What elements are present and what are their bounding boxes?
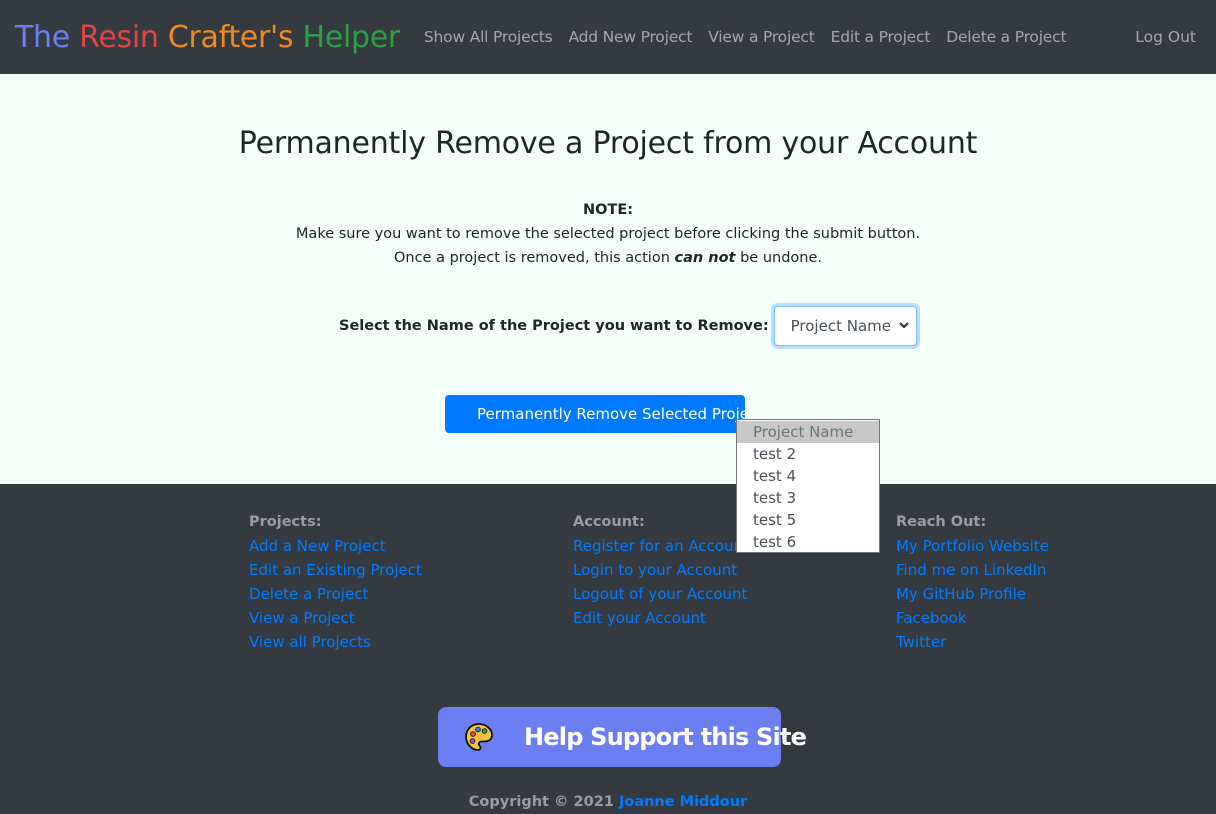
support-site-label: Help Support this Site: [524, 723, 807, 751]
footer-link-login[interactable]: Login to your Account: [573, 558, 749, 582]
copyright: Copyright © 2021 Joanne Middour: [0, 794, 1216, 810]
brand-word-3: Crafter's: [167, 19, 294, 55]
footer-link-view-all-projects[interactable]: View all Projects: [249, 630, 422, 654]
chevron-down-icon: [898, 319, 910, 334]
note-emphasis: can not: [674, 250, 736, 266]
select-option[interactable]: test 3: [737, 487, 879, 509]
select-option[interactable]: test 2: [737, 443, 879, 465]
project-select-dropdown: Project Name test 2 test 4 test 3 test 5…: [736, 419, 880, 553]
select-option[interactable]: test 4: [737, 465, 879, 487]
footer-account-column: Account: Register for an Account Login t…: [573, 510, 749, 630]
footer-link-register[interactable]: Register for an Account: [573, 534, 749, 558]
brand-logo[interactable]: The Resin Crafter's Helper: [15, 20, 400, 55]
copyright-author-link[interactable]: Joanne Middour: [619, 794, 747, 810]
footer-link-edit-project[interactable]: Edit an Existing Project: [249, 558, 422, 582]
nav-show-all-projects[interactable]: Show All Projects: [424, 28, 553, 46]
remove-project-button[interactable]: Permanently Remove Selected Project: [445, 395, 745, 433]
note-heading: NOTE:: [582, 202, 634, 218]
project-select-label: Select the Name of the Project you want …: [339, 318, 769, 334]
project-select[interactable]: Project Name: [773, 306, 917, 346]
footer-projects-heading: Projects:: [249, 514, 322, 530]
footer-link-linkedin[interactable]: Find me on LinkedIn: [896, 558, 1049, 582]
footer-link-logout[interactable]: Logout of your Account: [573, 582, 749, 606]
select-option[interactable]: test 5: [737, 509, 879, 531]
site-footer: Projects: Add a New Project Edit an Exis…: [0, 484, 1216, 814]
footer-link-edit-account[interactable]: Edit your Account: [573, 606, 749, 630]
page-title: Permanently Remove a Project from your A…: [238, 126, 978, 161]
footer-link-github[interactable]: My GitHub Profile: [896, 582, 1049, 606]
footer-reach-out-column: Reach Out: My Portfolio Website Find me …: [896, 510, 1049, 654]
footer-link-twitter[interactable]: Twitter: [896, 630, 1049, 654]
select-option[interactable]: test 6: [737, 531, 879, 553]
footer-link-facebook[interactable]: Facebook: [896, 606, 1049, 630]
main-content: Permanently Remove a Project from your A…: [0, 74, 1216, 553]
nav-links: Show All Projects Add New Project View a…: [424, 28, 1082, 46]
footer-link-portfolio[interactable]: My Portfolio Website: [896, 534, 1049, 558]
logout-link[interactable]: Log Out: [1135, 0, 1196, 74]
project-select-row: Select the Name of the Project you want …: [339, 306, 917, 346]
select-option-project-name[interactable]: Project Name: [737, 421, 879, 443]
footer-reach-out-heading: Reach Out:: [896, 514, 987, 530]
note-line-2-prefix: Once a project is removed, this action: [393, 250, 675, 266]
nav-edit-project[interactable]: Edit a Project: [831, 28, 931, 46]
footer-projects-column: Projects: Add a New Project Edit an Exis…: [249, 510, 422, 654]
nav-delete-project[interactable]: Delete a Project: [946, 28, 1066, 46]
footer-link-add-project[interactable]: Add a New Project: [249, 534, 422, 558]
project-select-value: Project Name: [790, 317, 891, 335]
brand-word-4: Helper: [302, 19, 401, 55]
nav-add-new-project[interactable]: Add New Project: [569, 28, 693, 46]
note-line-2: Once a project is removed, this action c…: [0, 246, 1216, 270]
note-line-1: Make sure you want to remove the selecte…: [295, 226, 921, 242]
support-site-button[interactable]: Help Support this Site: [438, 707, 807, 767]
brand-word-2: Resin: [79, 19, 159, 55]
footer-link-delete-project[interactable]: Delete a Project: [249, 582, 422, 606]
footer-link-view-project[interactable]: View a Project: [249, 606, 422, 630]
brand-word-1: The: [15, 19, 70, 55]
nav-view-project[interactable]: View a Project: [708, 28, 815, 46]
note-line-2-suffix: be undone.: [735, 250, 823, 266]
footer-account-heading: Account:: [573, 514, 645, 530]
top-navbar: The Resin Crafter's Helper Show All Proj…: [0, 0, 1216, 74]
note-block: NOTE: Make sure you want to remove the s…: [0, 198, 1216, 270]
copyright-text: Copyright © 2021: [468, 794, 619, 810]
palette-icon: [464, 722, 494, 752]
